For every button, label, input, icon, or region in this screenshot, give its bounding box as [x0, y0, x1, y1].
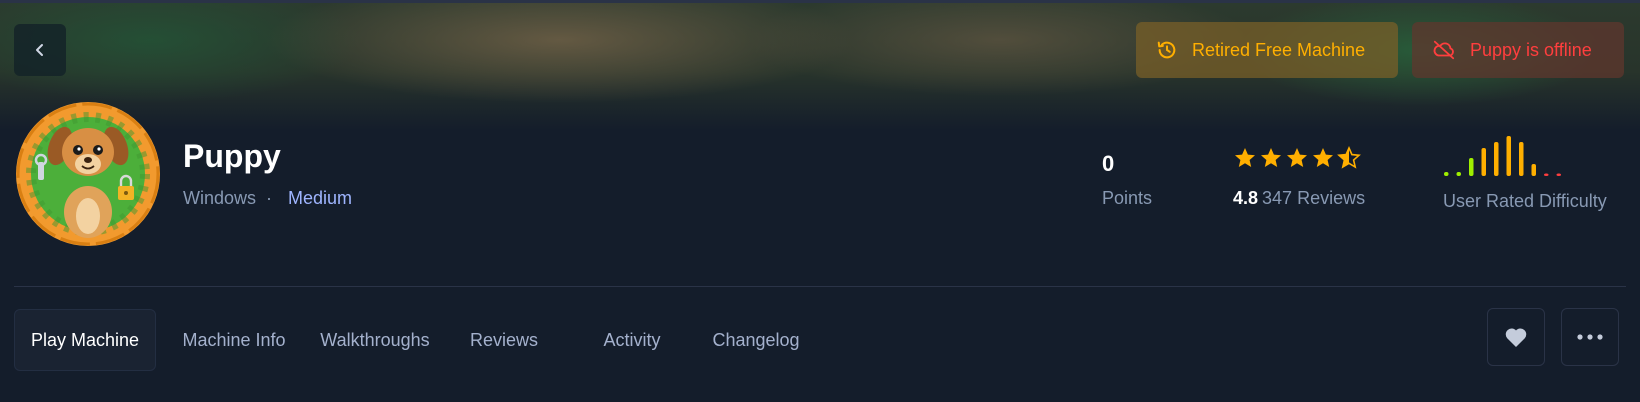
star-icon: [1287, 148, 1307, 167]
tab-play-machine[interactable]: Play Machine: [14, 309, 156, 371]
more-options-button[interactable]: [1561, 308, 1619, 366]
top-border: [0, 0, 1640, 3]
retired-label: Retired Free Machine: [1192, 39, 1366, 60]
points-label: Points: [1102, 188, 1153, 208]
rating-value: 4.8: [1233, 188, 1259, 208]
difficulty-bar-7: [1519, 142, 1524, 176]
difficulty-bar-10: [1556, 173, 1561, 176]
tab-walkthroughs[interactable]: Walkthroughs: [312, 309, 438, 371]
star-icon: [1261, 148, 1281, 167]
retired-free-machine-badge[interactable]: Retired Free Machine: [1136, 22, 1398, 78]
difficulty-bar-6: [1506, 136, 1511, 176]
star-icon: [1235, 148, 1255, 167]
difficulty-bar-8: [1531, 164, 1536, 176]
more-horizontal-icon: [1577, 334, 1603, 340]
meta-separator: ·: [266, 188, 273, 208]
points-value: 0: [1102, 151, 1115, 176]
offline-label: Puppy is offline: [1470, 39, 1592, 60]
tab-reviews[interactable]: Reviews: [438, 309, 570, 371]
tab-changelog[interactable]: Changelog: [694, 309, 818, 371]
star-icon: [1313, 148, 1333, 167]
difficulty-bar-4: [1481, 148, 1486, 176]
star-half-icon: [1337, 146, 1361, 169]
history-icon: [1157, 41, 1176, 59]
rating-stars: [1233, 146, 1361, 170]
section-divider: [14, 286, 1626, 287]
heart-icon: [1505, 328, 1527, 347]
machine-difficulty: Medium: [288, 188, 353, 208]
machine-tabs: Play Machine Machine Info Walkthroughs R…: [14, 309, 818, 371]
machine-os: Windows: [183, 188, 257, 208]
difficulty-bar-3: [1469, 158, 1474, 176]
favorite-button[interactable]: [1487, 308, 1545, 366]
difficulty-bar-1: [1444, 172, 1449, 176]
back-button[interactable]: [14, 24, 66, 76]
machine-meta: Windows · Medium: [183, 188, 352, 209]
machine-name: Puppy: [183, 138, 281, 174]
tab-activity[interactable]: Activity: [570, 309, 694, 371]
chevron-left-icon: [36, 44, 43, 56]
puppy-avatar: [16, 102, 160, 246]
difficulty-bar-5: [1494, 142, 1499, 176]
tab-machine-info[interactable]: Machine Info: [156, 309, 312, 371]
difficulty-chart: [1444, 136, 1561, 176]
reviews-link[interactable]: 347 Reviews: [1262, 188, 1365, 209]
rating-summary: 4.8 347 Reviews: [1233, 188, 1365, 209]
cloud-off-icon: [1433, 40, 1455, 60]
difficulty-bar-2: [1456, 172, 1461, 176]
difficulty-bar-9: [1544, 173, 1549, 176]
machine-offline-badge[interactable]: Puppy is offline: [1412, 22, 1624, 78]
difficulty-chart-label: User Rated Difficulty: [1443, 191, 1607, 211]
